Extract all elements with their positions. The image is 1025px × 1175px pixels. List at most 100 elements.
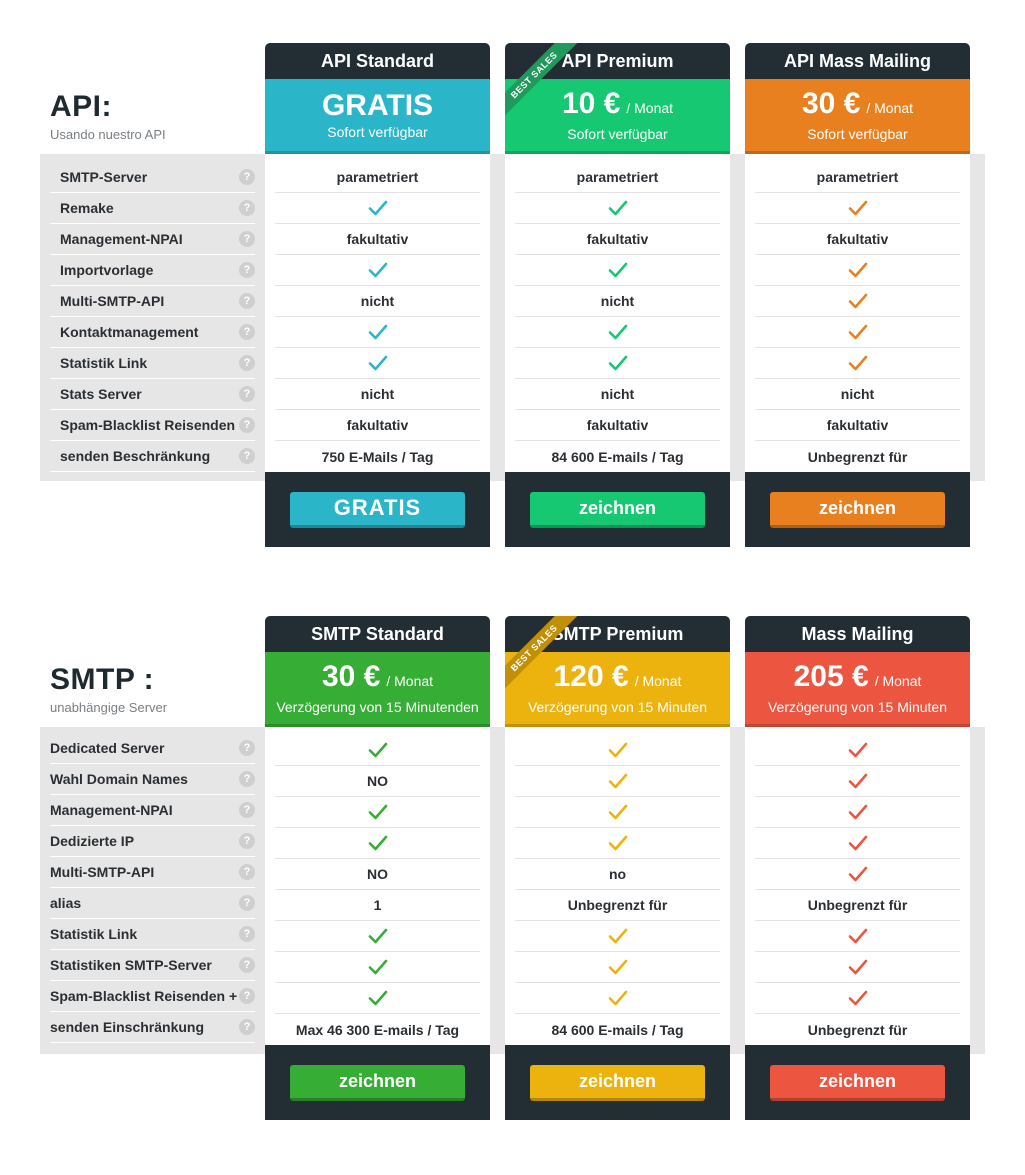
plan-card: SMTP Standard 30 € / Monat Verzögerung von …: [265, 616, 490, 1120]
best-sales-ribbon: BEST SALES: [505, 616, 585, 696]
feature-value: fakultativ: [275, 410, 480, 441]
feature-value: [755, 952, 960, 983]
subscribe-button[interactable]: zeichnen: [530, 1064, 705, 1101]
feature-value: [515, 735, 720, 766]
feature-value: [515, 255, 720, 286]
checkmark-icon: [608, 773, 627, 789]
checkmark-icon: [608, 742, 627, 758]
feature-value: [755, 921, 960, 952]
feature-value: [275, 348, 480, 379]
checkmark-icon: [368, 200, 387, 216]
checkmark-icon: [848, 200, 867, 216]
checkmark-icon: [368, 990, 387, 1006]
feature-row: Statistik Link?: [50, 919, 255, 950]
plan-features: NO NO 1 Max 46 300 E-mails / Tag: [265, 727, 490, 1045]
feature-value: 84 600 E-mails / Tag: [551, 1021, 684, 1038]
price-unit: / Monat: [626, 100, 674, 116]
checkmark-icon: [368, 742, 387, 758]
smtp-feature-list: Dedicated Server? Wahl Domain Names? Manag…: [50, 733, 255, 1043]
checkmark-icon: [848, 355, 867, 371]
feature-value: fakultativ: [515, 224, 720, 255]
help-icon[interactable]: ?: [239, 262, 255, 278]
subscribe-button[interactable]: zeichnen: [290, 1064, 465, 1101]
subscribe-button[interactable]: GRATIS: [290, 491, 465, 528]
help-icon[interactable]: ?: [239, 988, 255, 1004]
plan-footer: zeichnen: [745, 1045, 970, 1120]
feature-label: Management-NPAI: [60, 231, 183, 247]
feature-value: [755, 255, 960, 286]
feature-row: Statistik Link?: [50, 348, 255, 379]
help-icon[interactable]: ?: [239, 200, 255, 216]
feature-value: NO: [275, 859, 480, 890]
price-unit: / Monat: [866, 100, 914, 116]
plan-name: SMTP Standard: [265, 616, 490, 652]
plan-price: 30 € / Monat: [802, 88, 913, 124]
feature-label: Multi-SMTP-API: [50, 864, 155, 880]
plan-features: no Unbegrenzt für 84 600 E-mails / Tag: [505, 727, 730, 1045]
feature-value: [515, 797, 720, 828]
help-icon[interactable]: ?: [239, 1019, 255, 1035]
checkmark-icon: [848, 293, 867, 309]
feature-value: [515, 348, 720, 379]
plan-name: Mass Mailing: [745, 616, 970, 652]
plan-footer: zeichnen: [745, 472, 970, 547]
feature-row: senden Beschränkung?: [50, 441, 255, 472]
help-icon[interactable]: ?: [239, 417, 255, 433]
api-title: API:: [50, 90, 112, 123]
feature-label: SMTP-Server: [60, 169, 148, 185]
feature-value: [275, 317, 480, 348]
feature-value: [515, 921, 720, 952]
feature-value: parametriert: [515, 162, 720, 193]
checkmark-icon: [368, 928, 387, 944]
help-icon[interactable]: ?: [239, 169, 255, 185]
ribbon-label: BEST SALES: [505, 616, 579, 693]
plan-note: Verzögerung von 15 Minuten: [767, 699, 947, 715]
checkmark-icon: [848, 959, 867, 975]
feature-value: [755, 766, 960, 797]
checkmark-icon: [608, 835, 627, 851]
feature-value: nicht: [515, 379, 720, 410]
checkmark-icon: [608, 990, 627, 1006]
smtp-intro: SMTP : unabhängige Server: [50, 664, 167, 716]
feature-value: nicht: [275, 286, 480, 317]
checkmark-icon: [848, 928, 867, 944]
subscribe-button[interactable]: zeichnen: [770, 1064, 945, 1101]
help-icon[interactable]: ?: [239, 231, 255, 247]
help-icon[interactable]: ?: [239, 740, 255, 756]
help-icon[interactable]: ?: [239, 802, 255, 818]
help-icon[interactable]: ?: [239, 833, 255, 849]
plan-note: Verzögerung von 15 Minuten: [527, 699, 707, 715]
subscribe-button[interactable]: zeichnen: [770, 491, 945, 528]
plan-card: SMTP Premium 120 € / Monat Verzögerung von …: [505, 616, 730, 1120]
plan-footer: zeichnen: [265, 1045, 490, 1120]
feature-value: 750 E-Mails / Tag: [321, 448, 434, 465]
checkmark-icon: [608, 262, 627, 278]
help-icon[interactable]: ?: [239, 771, 255, 787]
feature-value: nicht: [755, 379, 960, 410]
feature-label: Statistik Link: [60, 355, 148, 371]
plan-note: Verzögerung von 15 Minutenden: [276, 699, 479, 715]
feature-value: [755, 348, 960, 379]
subscribe-button[interactable]: zeichnen: [530, 491, 705, 528]
feature-row: senden Einschränkung?: [50, 1012, 255, 1043]
feature-row: Remake?: [50, 193, 255, 224]
price-value: 30 €: [801, 87, 861, 120]
plan-price: 205 € / Monat: [794, 661, 922, 697]
help-icon[interactable]: ?: [239, 324, 255, 340]
help-icon[interactable]: ?: [239, 293, 255, 309]
help-icon[interactable]: ?: [239, 355, 255, 371]
feature-value: nicht: [515, 286, 720, 317]
checkmark-icon: [848, 835, 867, 851]
help-icon[interactable]: ?: [239, 895, 255, 911]
feature-label: Spam-Blacklist Reisenden: [60, 417, 236, 433]
plan-price-block: 30 € / Monat Sofort verfügbar: [745, 79, 970, 154]
plan-note: Sofort verfügbar: [567, 126, 668, 142]
help-icon[interactable]: ?: [239, 386, 255, 402]
feature-value: Unbegrenzt für: [807, 448, 908, 465]
checkmark-icon: [608, 928, 627, 944]
feature-value: Unbegrenzt für: [807, 1021, 908, 1038]
help-icon[interactable]: ?: [239, 864, 255, 880]
help-icon[interactable]: ?: [239, 926, 255, 942]
help-icon[interactable]: ?: [239, 448, 255, 464]
help-icon[interactable]: ?: [239, 957, 255, 973]
